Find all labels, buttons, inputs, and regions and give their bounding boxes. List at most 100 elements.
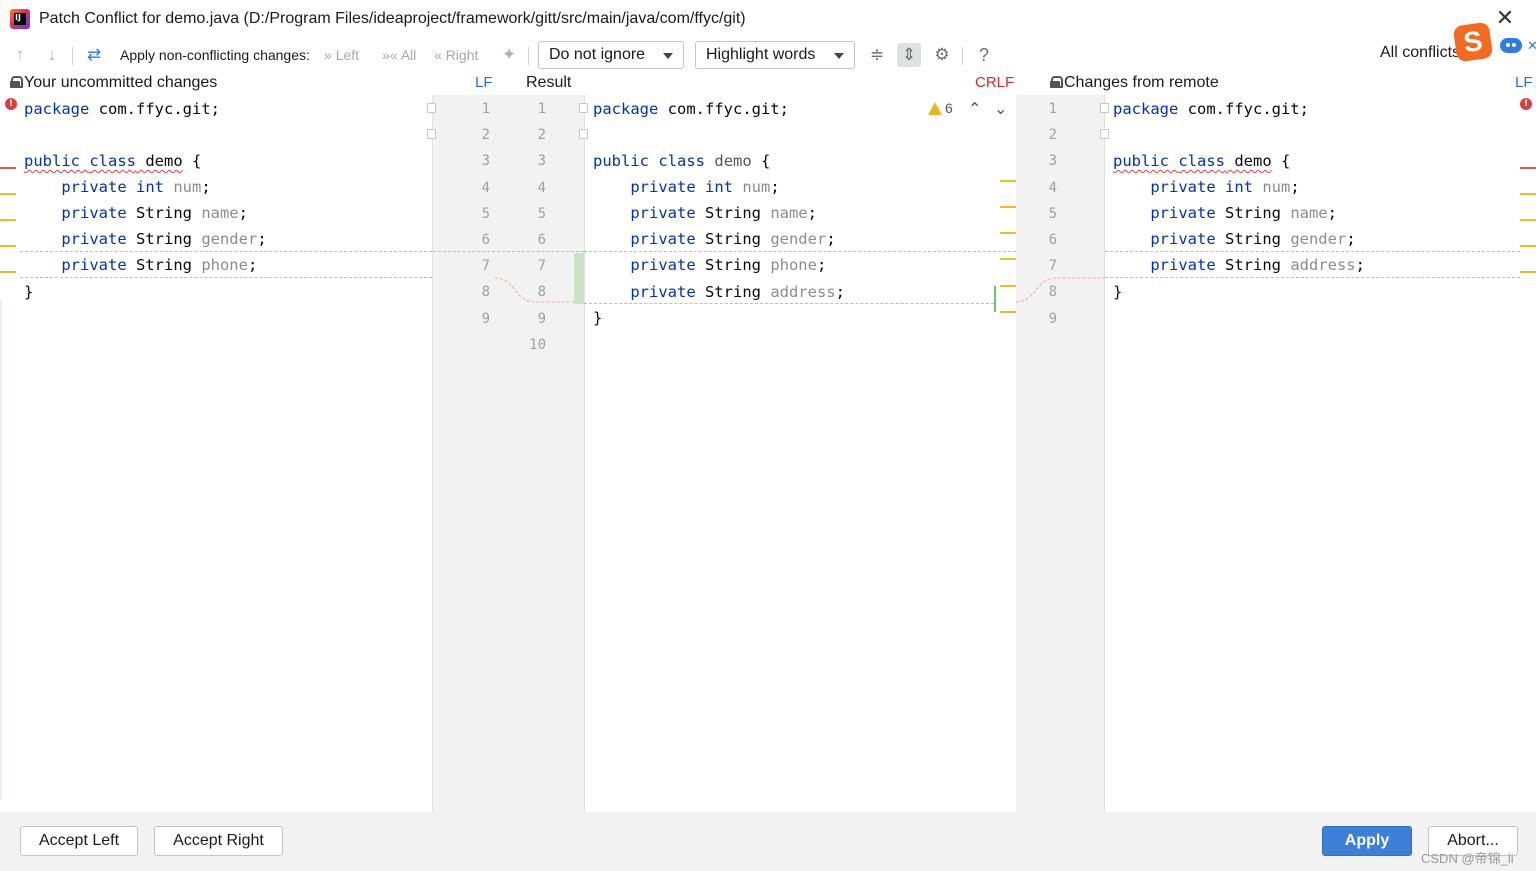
line-number: 9 [537, 310, 546, 327]
right-line-separator[interactable]: LF [1515, 72, 1533, 94]
warning-marker [1000, 311, 1016, 313]
next-difference-icon[interactable]: ↓ [40, 43, 64, 67]
line-number: 2 [537, 127, 546, 144]
line-number: 6 [481, 232, 490, 248]
close-icon[interactable]: ✕ [1494, 7, 1516, 30]
added-change-bar[interactable] [574, 253, 584, 304]
chevron-down-icon [834, 53, 844, 59]
left-code-line-8: } [24, 283, 34, 301]
warning-icon [928, 102, 942, 115]
line-number: 6 [1048, 232, 1057, 248]
highlight-select[interactable]: Highlight words [695, 41, 855, 69]
line-number: 2 [1048, 127, 1057, 144]
added-line-marker [994, 286, 996, 312]
line-number: 7 [481, 258, 490, 275]
warning-marker [1000, 258, 1016, 260]
previous-difference-icon[interactable]: ↑ [8, 43, 32, 67]
collapse-unchanged-icon[interactable]: ≑ [865, 43, 889, 67]
chevron-up-icon[interactable]: ⌃ [968, 99, 981, 119]
toolbar-divider [72, 47, 73, 65]
conflict-divider [433, 251, 584, 252]
warning-marker [1520, 219, 1536, 221]
line-number: 5 [1048, 205, 1057, 222]
right-code-line-5: private String name; [1150, 204, 1337, 222]
line-number: 3 [537, 153, 546, 170]
left-code-line-7: private String phone; [61, 256, 258, 274]
gear-icon[interactable]: ⚙ [930, 43, 954, 67]
result-code-line-7: private String phone; [630, 256, 827, 274]
right-code-line-6: private String gender; [1150, 230, 1356, 248]
help-icon[interactable]: ? [972, 43, 996, 67]
left-package-name: com.ffyc.git; [98, 100, 220, 118]
synchronize-scroll-icon[interactable]: ⇕ [897, 43, 921, 67]
line-number: 8 [1048, 284, 1057, 301]
warning-marker [1000, 232, 1016, 234]
center-line-separator[interactable]: CRLF [975, 72, 1014, 94]
fold-icon[interactable] [579, 103, 588, 113]
toolbar-divider [962, 47, 963, 65]
result-code-line-1: package com.ffyc.git; [593, 100, 789, 118]
toolbar: ↑ ↓ ⇄ Apply non-conflicting changes: » L… [0, 38, 1536, 72]
left-center-gutter [433, 95, 584, 812]
left-panel-title: Your uncommitted changes [24, 74, 218, 91]
right-panel-title: Changes from remote [1064, 74, 1219, 91]
warning-marker [0, 245, 16, 247]
line-number: 8 [537, 284, 546, 301]
window-title: Patch Conflict for demo.java (D:/Program… [39, 10, 746, 27]
warning-marker [1000, 285, 1016, 287]
fold-icon[interactable] [1100, 129, 1109, 139]
right-code-line-7: private String address; [1150, 256, 1365, 274]
line-number: 5 [537, 205, 546, 222]
left-panel-header: Your uncommitted changes [10, 72, 217, 94]
lock-icon [10, 76, 23, 88]
apply-left-label: Left [335, 47, 360, 63]
ime-close-icon: ✕ [1527, 38, 1536, 53]
warning-marker [0, 219, 16, 221]
line-number: 10 [529, 336, 546, 353]
resolve-magic-icon[interactable]: ⇄ [82, 43, 106, 67]
result-code-line-3: public class demo { [593, 152, 771, 170]
apply-button[interactable]: Apply [1322, 826, 1412, 856]
warning-marker [1000, 206, 1016, 208]
left-scroll-strip [0, 300, 2, 800]
toolbar-divider [528, 47, 529, 65]
whitespace-select[interactable]: Do not ignore [538, 41, 684, 69]
result-code-line-8: private String address; [630, 283, 845, 301]
chevron-down-icon[interactable]: ⌄ [994, 99, 1007, 119]
lock-icon [1050, 76, 1063, 88]
line-number: 5 [481, 205, 490, 222]
center-editor-border [584, 95, 585, 812]
apply-right-button[interactable]: « Right [434, 38, 478, 72]
apply-left-button[interactable]: » Left [324, 38, 359, 72]
line-number: 1 [1048, 101, 1057, 117]
line-number: 4 [537, 179, 546, 196]
ime-toolbar-icon [1500, 38, 1522, 53]
left-code-line-4: private int num; [61, 178, 211, 196]
fold-icon[interactable] [427, 103, 436, 113]
warnings-indicator[interactable]: 6 [928, 100, 953, 116]
accept-left-button[interactable]: Accept Left [20, 826, 138, 856]
fold-icon[interactable] [579, 129, 588, 139]
error-icon[interactable]: ! [5, 98, 17, 110]
accept-right-button[interactable]: Accept Right [154, 826, 283, 856]
line-number: 8 [481, 284, 490, 301]
line-number: 7 [537, 258, 546, 275]
line-number: 1 [537, 101, 546, 117]
right-code-line-1: package com.ffyc.git; [1113, 100, 1309, 118]
line-number: 3 [1048, 153, 1057, 170]
fold-icon[interactable] [427, 129, 436, 139]
result-code-line-9: } [593, 309, 603, 327]
warning-marker [0, 193, 16, 195]
highlight-select-value: Highlight words [706, 46, 816, 63]
error-icon[interactable]: ! [1520, 98, 1532, 110]
line-number: 2 [481, 127, 490, 144]
right-panel-header: Changes from remote [1050, 72, 1219, 94]
line-number: 9 [1048, 310, 1057, 327]
right-code-line-3: public class demo { [1113, 152, 1291, 170]
fold-icon[interactable] [1100, 103, 1109, 113]
left-code-line-6: private String gender; [61, 230, 267, 248]
apply-all-button[interactable]: »« All [382, 38, 416, 72]
left-line-separator[interactable]: LF [475, 72, 493, 94]
apply-all-label: All [400, 47, 417, 63]
magic-wand-icon[interactable]: ✦ [497, 43, 521, 67]
